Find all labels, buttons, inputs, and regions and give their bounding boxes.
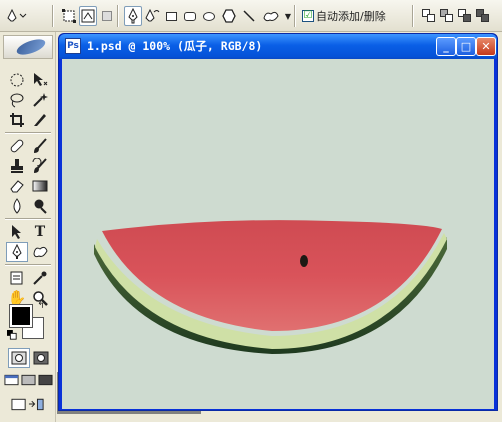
separator (5, 264, 51, 266)
watermelon-slice-image (94, 220, 447, 354)
combine-intersect-icon[interactable] (456, 6, 474, 26)
gradient-tool-icon[interactable] (29, 176, 51, 196)
full-screen-menu-mode-icon[interactable] (20, 370, 37, 390)
close-button[interactable]: ✕ (476, 37, 496, 56)
pen-tool-icon[interactable] (6, 242, 28, 262)
separator (5, 218, 51, 220)
fill-pixels-icon[interactable] (98, 6, 116, 26)
lasso-tool-icon[interactable] (6, 90, 28, 110)
custom-shape-icon[interactable] (260, 6, 282, 26)
feather-logo-icon (14, 36, 48, 58)
toolbox: T ✋ ↰ (0, 32, 56, 422)
shape-layers-icon[interactable] (60, 6, 78, 26)
standard-screen-mode-icon[interactable] (3, 370, 20, 390)
document-title: 1.psd @ 100% (瓜子, RGB/8) (87, 39, 263, 53)
line-icon[interactable] (240, 6, 258, 26)
custom-shape-tool-icon[interactable] (29, 242, 51, 262)
separator (52, 5, 54, 27)
maximize-button[interactable]: □ (456, 37, 476, 56)
swap-colors-icon[interactable]: ↰ (34, 300, 48, 312)
paths-icon[interactable] (79, 6, 97, 26)
eraser-tool-icon[interactable] (6, 176, 28, 196)
auto-add-delete-checkbox[interactable]: ☑ (300, 6, 316, 26)
minimize-button[interactable]: _ (436, 37, 456, 56)
path-selection-tool-icon[interactable] (6, 222, 28, 242)
slice-tool-icon[interactable] (29, 110, 51, 130)
document-window: Ps 1.psd @ 100% (瓜子, RGB/8) _ □ ✕ (58, 33, 498, 411)
photoshop-window: ▼ ☑ 自动添加/删除 T ✋ ↰ Ps 1.psd @ 100% (瓜子, R… (0, 0, 502, 422)
foreground-color-swatch[interactable] (9, 304, 33, 328)
polygon-icon[interactable] (220, 6, 238, 26)
rounded-rectangle-icon[interactable] (181, 6, 199, 26)
default-colors-icon[interactable] (6, 329, 18, 341)
separator (117, 5, 119, 27)
separator (294, 5, 296, 27)
rectangle-icon[interactable] (162, 6, 180, 26)
type-tool-icon[interactable]: T (29, 222, 51, 242)
quick-mask-mode-icon[interactable] (30, 348, 52, 368)
jump-to-imageready-icon[interactable] (8, 394, 48, 414)
freeform-pen-icon[interactable] (143, 6, 161, 26)
shape-picker-chevron-icon[interactable]: ▼ (284, 6, 292, 26)
combine-exclude-icon[interactable] (474, 6, 492, 26)
move-tool-icon[interactable] (29, 70, 51, 90)
document-canvas[interactable] (62, 59, 494, 409)
checkmark-icon: ☑ (302, 10, 314, 22)
toolbox-header[interactable] (3, 35, 53, 59)
separator (412, 5, 414, 27)
marquee-tool-icon[interactable] (6, 70, 28, 90)
options-bar: ▼ ☑ 自动添加/删除 (0, 0, 502, 32)
pen-tool-preset-icon[interactable] (4, 6, 30, 26)
crop-tool-icon[interactable] (6, 110, 28, 130)
healing-brush-tool-icon[interactable] (6, 136, 28, 156)
full-screen-mode-icon[interactable] (37, 370, 54, 390)
separator (5, 132, 51, 134)
dodge-tool-icon[interactable] (29, 196, 51, 216)
psd-document-icon: Ps (65, 38, 81, 54)
blur-tool-icon[interactable] (6, 196, 28, 216)
magic-wand-tool-icon[interactable] (29, 90, 51, 110)
history-brush-tool-icon[interactable] (29, 156, 51, 176)
combine-add-icon[interactable] (420, 6, 438, 26)
clone-stamp-tool-icon[interactable] (6, 156, 28, 176)
standard-mode-icon[interactable] (8, 348, 30, 368)
eyedropper-tool-icon[interactable] (29, 268, 51, 288)
document-titlebar[interactable]: Ps 1.psd @ 100% (瓜子, RGB/8) _ □ ✕ (59, 34, 497, 59)
notes-tool-icon[interactable] (6, 268, 28, 288)
pen-icon[interactable] (124, 6, 142, 26)
brush-tool-icon[interactable] (29, 136, 51, 156)
ellipse-icon[interactable] (200, 6, 218, 26)
auto-add-delete-label: 自动添加/删除 (316, 10, 386, 23)
combine-subtract-icon[interactable] (438, 6, 456, 26)
